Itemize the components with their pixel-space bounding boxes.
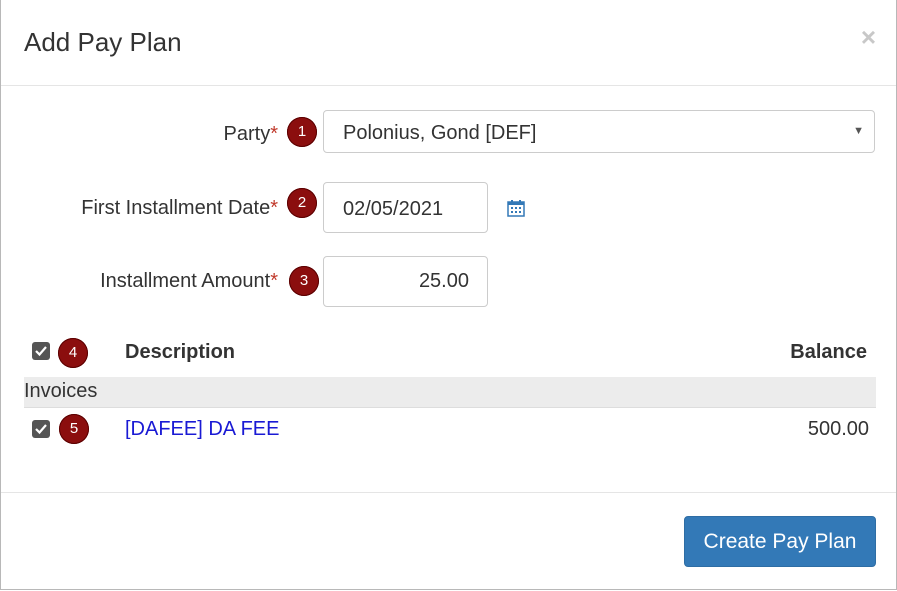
first-installment-date-input[interactable]: 02/05/2021 [323, 182, 488, 233]
required-mark: * [270, 197, 278, 219]
party-select[interactable]: Polonius, Gond [DEF] ▼ [323, 110, 875, 153]
party-label-text: Party [223, 123, 271, 145]
installment-amount-value: 25.00 [418, 270, 469, 292]
required-mark: * [270, 270, 278, 292]
footer-divider [1, 492, 896, 493]
first-installment-date-value: 02/05/2021 [343, 198, 444, 220]
dialog-header: Add Pay Plan × [1, 2, 896, 86]
invoice-link[interactable]: [DAFEE] DA FEE [125, 418, 279, 441]
installment-amount-label: Installment Amount* [1, 270, 278, 293]
party-label: Party* [1, 123, 278, 146]
annotation-badge-2: 2 [287, 188, 317, 218]
checkmark-icon [35, 424, 47, 435]
first-installment-date-label-text: First Installment Date [81, 197, 271, 219]
invoice-balance: 500.00 [807, 418, 869, 440]
installment-amount-input[interactable]: 25.00 [323, 256, 488, 307]
description-column-header: Description [125, 341, 236, 363]
required-mark: * [270, 123, 278, 145]
first-installment-date-label: First Installment Date* [1, 197, 278, 220]
close-icon[interactable]: × [861, 22, 876, 53]
annotation-badge-3: 3 [289, 266, 319, 296]
create-pay-plan-button[interactable]: Create Pay Plan [684, 516, 876, 567]
dialog-title: Add Pay Plan [24, 27, 182, 57]
chevron-down-icon: ▼ [853, 125, 864, 137]
row-checkbox[interactable] [32, 420, 50, 438]
balance-column-header: Balance [790, 341, 867, 363]
add-pay-plan-dialog: Add Pay Plan × Party* 1 Polonius, Gond [… [0, 0, 897, 590]
party-select-value: Polonius, Gond [DEF] [343, 122, 537, 144]
annotation-badge-1: 1 [287, 117, 317, 147]
annotation-badge-4: 4 [58, 338, 88, 368]
annotation-badge-5: 5 [59, 414, 89, 444]
invoices-group-label: Invoices [24, 380, 98, 402]
checkmark-icon [35, 346, 47, 357]
invoices-group-row: Invoices [24, 377, 876, 408]
calendar-icon[interactable] [506, 198, 526, 218]
installment-amount-label-text: Installment Amount [100, 270, 271, 292]
select-all-checkbox[interactable] [32, 342, 50, 360]
